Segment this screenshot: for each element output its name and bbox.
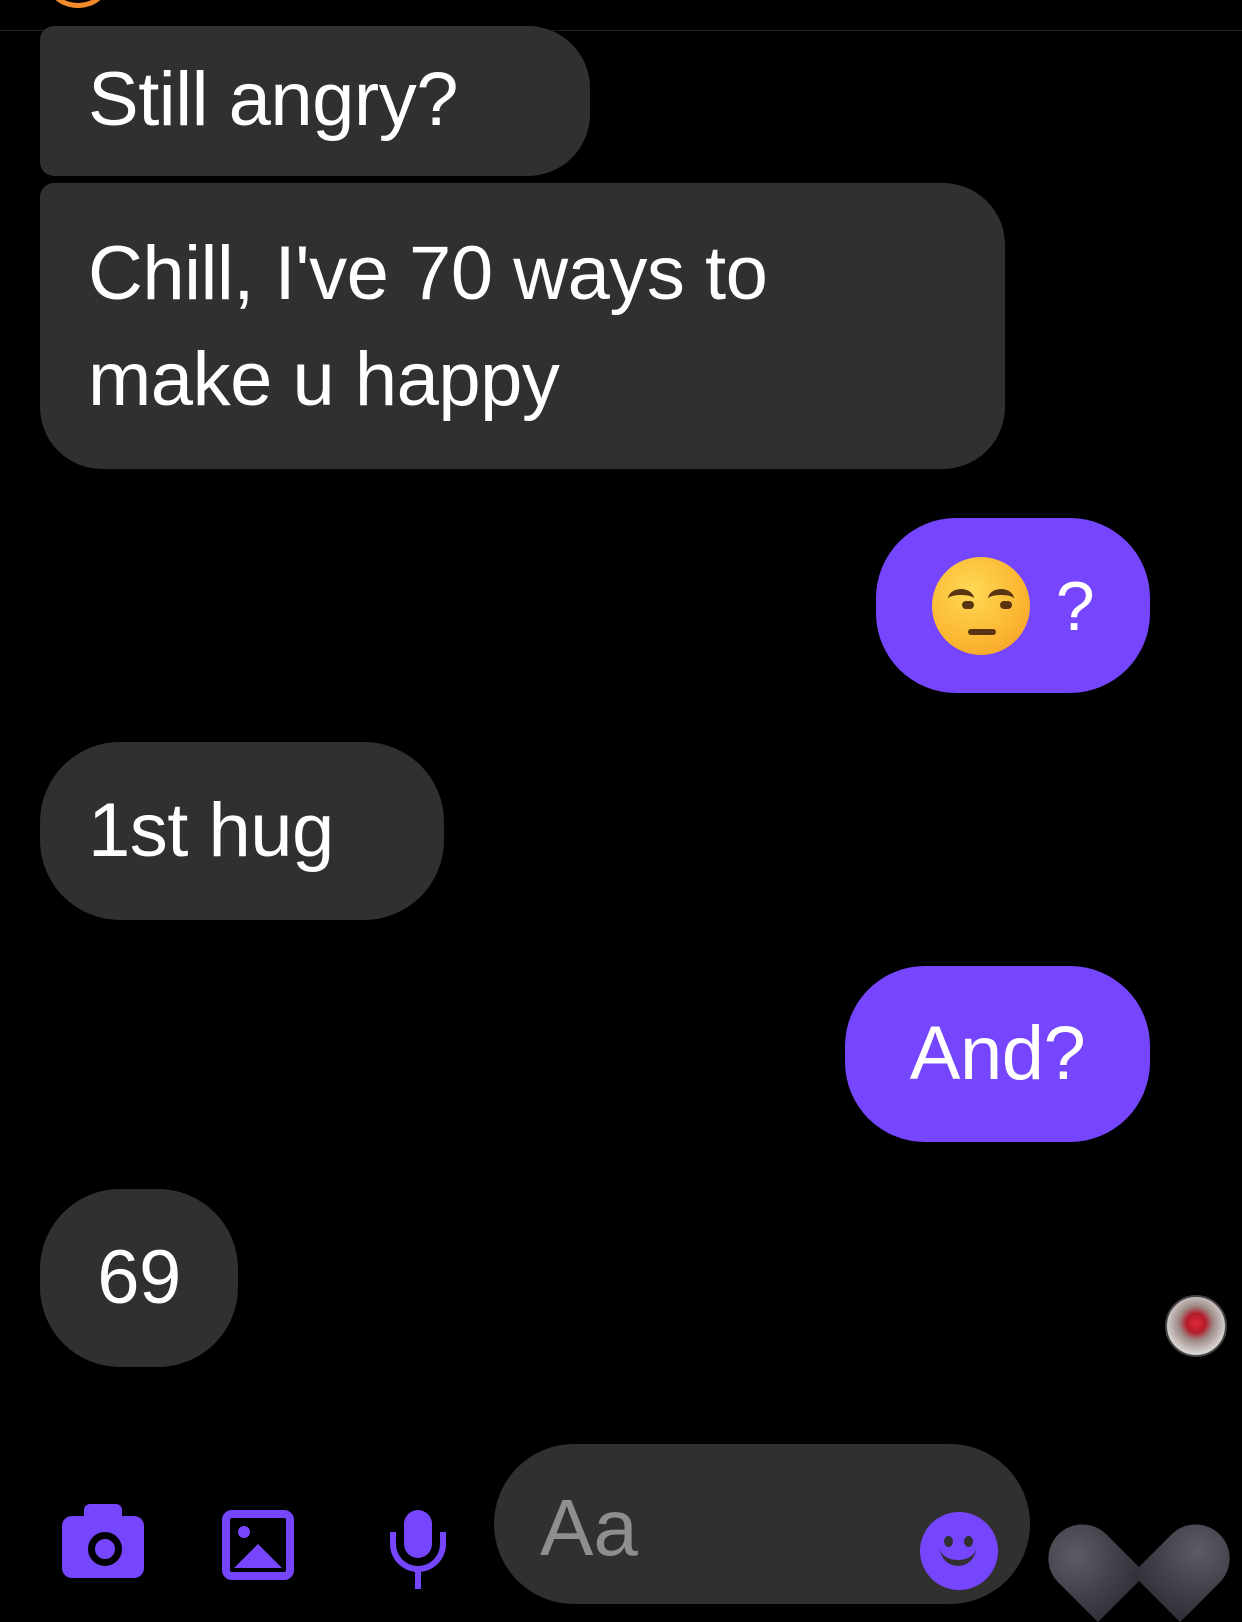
message-text: And?: [909, 1010, 1086, 1096]
contact-avatar-cropped[interactable]: [48, 0, 108, 8]
heart-icon[interactable]: [1034, 1494, 1242, 1622]
message-text: Chill, I've 70 ways to make u happy: [88, 231, 768, 423]
message-outgoing[interactable]: And?: [845, 966, 1150, 1142]
message-text: 1st hug: [88, 787, 334, 873]
message-input[interactable]: Aa: [494, 1444, 1030, 1604]
message-input-placeholder: Aa: [540, 1483, 638, 1572]
message-text: Still angry?: [88, 57, 458, 142]
message-incoming[interactable]: Chill, I've 70 ways to make u happy: [40, 183, 1005, 469]
read-receipt-avatar[interactable]: [1165, 1295, 1227, 1357]
unamused-face-emoji: [931, 556, 1030, 655]
camera-icon[interactable]: [62, 1504, 144, 1578]
smile-icon[interactable]: [920, 1512, 998, 1590]
gallery-icon[interactable]: [222, 1510, 294, 1580]
message-incoming[interactable]: Still angry?: [40, 26, 590, 176]
message-incoming[interactable]: 1st hug: [40, 742, 444, 920]
message-text: 69: [97, 1234, 181, 1320]
message-outgoing[interactable]: ?: [876, 518, 1150, 693]
message-incoming[interactable]: 69: [40, 1189, 238, 1367]
mic-icon[interactable]: [388, 1510, 448, 1589]
message-text: ?: [1055, 566, 1095, 645]
